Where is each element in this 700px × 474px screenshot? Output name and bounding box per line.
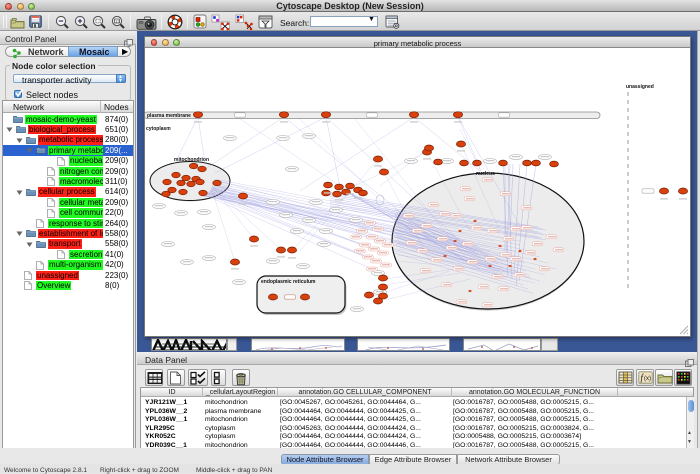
svg-text:cytoplasm: cytoplasm bbox=[146, 126, 171, 132]
svg-text:(x): (x) bbox=[644, 376, 651, 382]
svg-text:nucleus: nucleus bbox=[476, 171, 495, 177]
svg-text:plasma membrane: plasma membrane bbox=[147, 113, 191, 119]
svg-text:mitochondrion: mitochondrion bbox=[174, 157, 209, 163]
svg-text:endoplasmic reticulum: endoplasmic reticulum bbox=[261, 279, 316, 285]
svg-text:unassigned: unassigned bbox=[626, 84, 654, 90]
svg-text:1:1: 1:1 bbox=[115, 19, 120, 23]
